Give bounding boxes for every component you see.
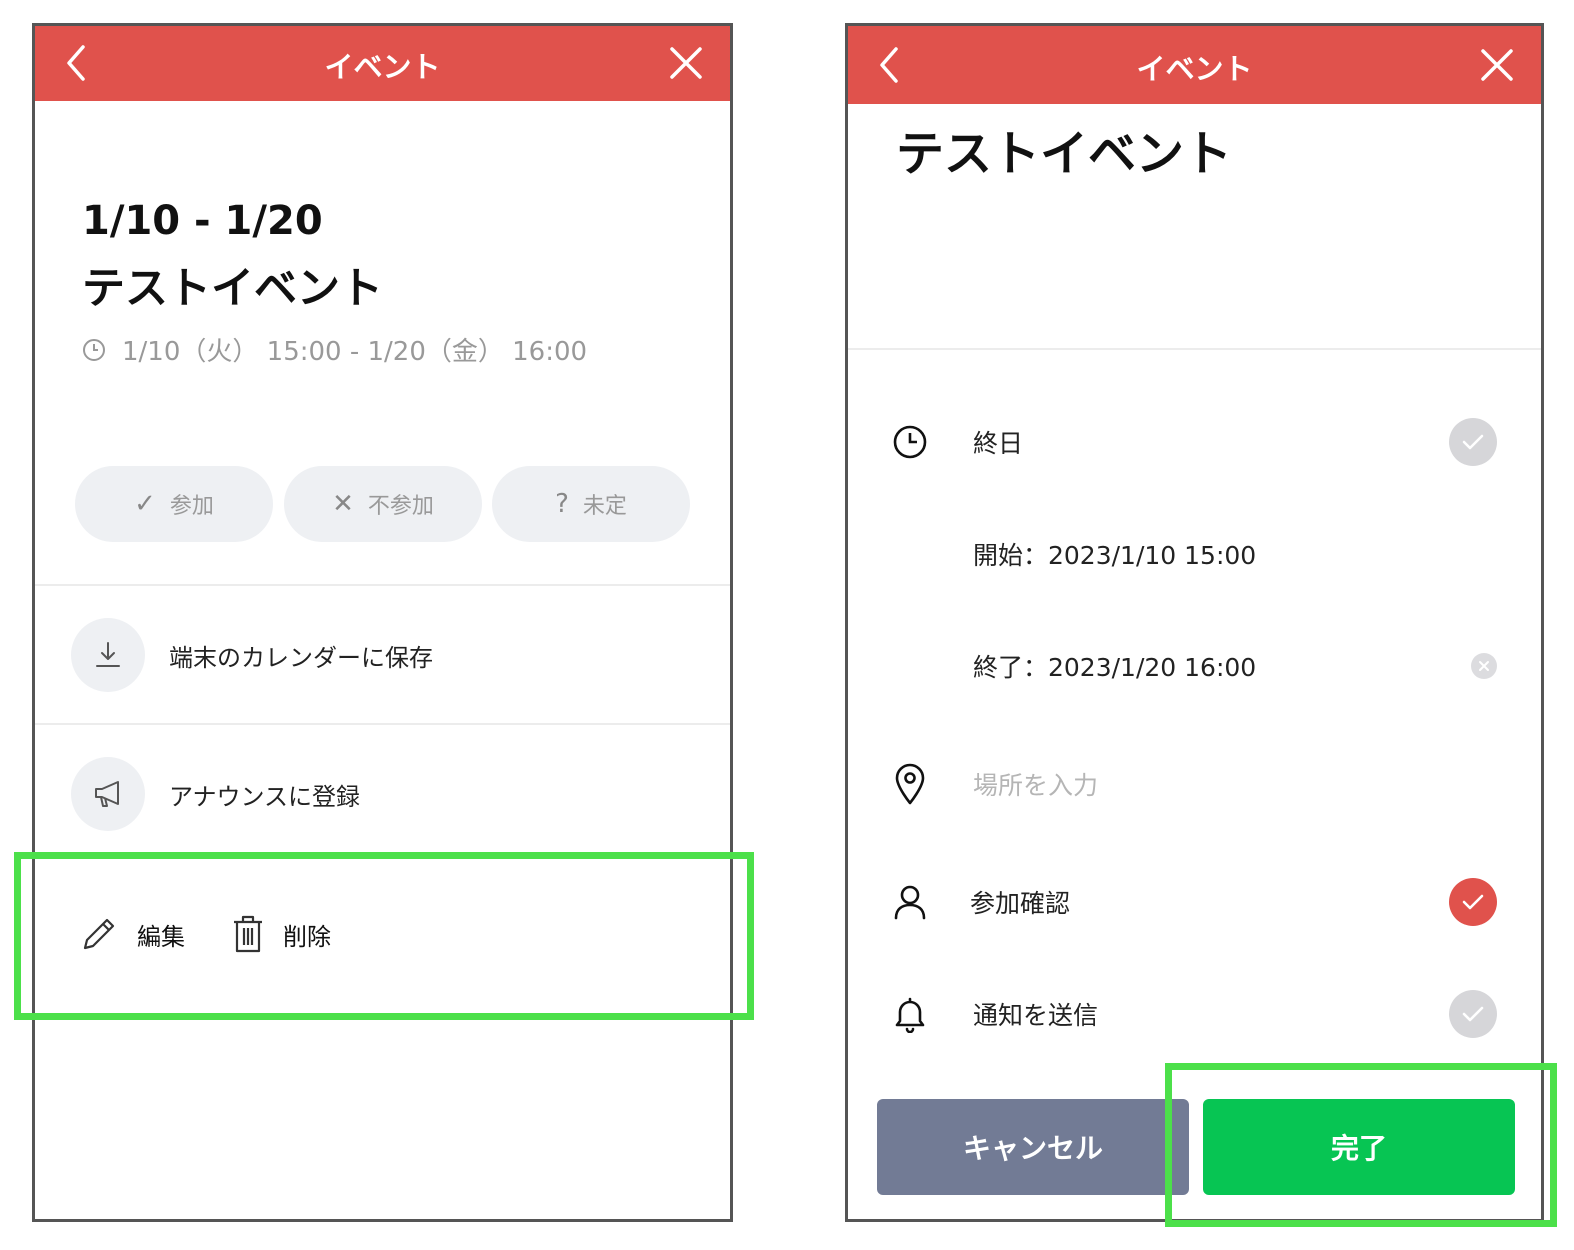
header-bar: イベント	[35, 26, 730, 101]
location-row[interactable]: 場所を入力	[890, 762, 1497, 806]
highlight-box-done	[1165, 1063, 1557, 1227]
all-day-label: 終日	[973, 429, 1024, 458]
location-input[interactable]: 場所を入力	[973, 766, 1098, 802]
cancel-button[interactable]: キャンセル	[877, 1099, 1189, 1195]
megaphone-icon	[71, 757, 145, 831]
attendance-label: 参加確認	[970, 889, 1071, 918]
rsvp-label: 未定	[582, 494, 627, 519]
register-announcement-item[interactable]: アナウンスに登録	[71, 757, 360, 831]
start-datetime-field[interactable]: 開始：2023/1/10 15:00	[973, 536, 1256, 572]
person-icon	[890, 882, 930, 922]
x-icon: ✕	[332, 489, 354, 519]
clock-icon	[890, 422, 930, 462]
header-title: イベント	[324, 50, 441, 84]
event-edit-screen: イベント テストイベント 終日 開始：2023/1/10 15:00 終了：20…	[845, 23, 1544, 1222]
event-detail-screen: イベント 1/10 - 1/20 テストイベント 1/10（火） 15:00 -…	[32, 23, 733, 1222]
event-title-input[interactable]: テストイベント	[896, 114, 1232, 184]
rsvp-attend-button[interactable]: ✓ 参加	[75, 466, 273, 542]
all-day-toggle[interactable]	[1449, 418, 1497, 466]
event-time: 1/10（火） 15:00 - 1/20（金） 16:00	[82, 331, 587, 368]
close-icon[interactable]	[668, 45, 704, 81]
header-title: イベント	[1136, 52, 1253, 86]
end-datetime-row: 終了：2023/1/20 16:00	[890, 648, 1497, 684]
clear-icon[interactable]	[1471, 653, 1497, 679]
rsvp-decline-button[interactable]: ✕ 不参加	[284, 466, 482, 542]
rsvp-label: 参加	[169, 494, 214, 519]
check-icon	[1462, 434, 1484, 450]
question-icon: ?	[555, 489, 569, 519]
event-time-text: 1/10（火） 15:00 - 1/20（金） 16:00	[122, 337, 588, 367]
location-pin-icon	[890, 763, 930, 805]
all-day-row[interactable]: 終日	[890, 418, 1497, 466]
divider	[35, 723, 730, 725]
highlight-box-edit-delete	[14, 852, 754, 1020]
divider	[35, 584, 730, 586]
download-icon	[71, 618, 145, 692]
divider	[848, 348, 1541, 350]
date-range: 1/10 - 1/20	[82, 198, 323, 244]
end-datetime-field[interactable]: 終了：2023/1/20 16:00	[973, 648, 1256, 684]
attendance-toggle[interactable]	[1449, 878, 1497, 926]
check-icon	[1462, 894, 1484, 910]
attendance-row[interactable]: 参加確認	[890, 878, 1497, 926]
check-icon	[1462, 1006, 1484, 1022]
check-icon: ✓	[134, 489, 156, 519]
rsvp-undecided-button[interactable]: ? 未定	[492, 466, 690, 542]
notify-label: 通知を送信	[973, 1001, 1099, 1030]
bell-icon	[890, 994, 930, 1034]
notify-row[interactable]: 通知を送信	[890, 990, 1497, 1038]
rsvp-label: 不参加	[367, 494, 434, 519]
save-to-calendar-item[interactable]: 端末のカレンダーに保存	[71, 618, 433, 692]
save-to-calendar-label: 端末のカレンダーに保存	[169, 643, 433, 672]
event-title: テストイベント	[82, 264, 383, 314]
close-icon[interactable]	[1479, 47, 1515, 83]
notify-toggle[interactable]	[1449, 990, 1497, 1038]
header-bar: イベント	[848, 26, 1541, 104]
clock-icon	[83, 338, 105, 361]
register-announcement-label: アナウンスに登録	[169, 782, 361, 811]
